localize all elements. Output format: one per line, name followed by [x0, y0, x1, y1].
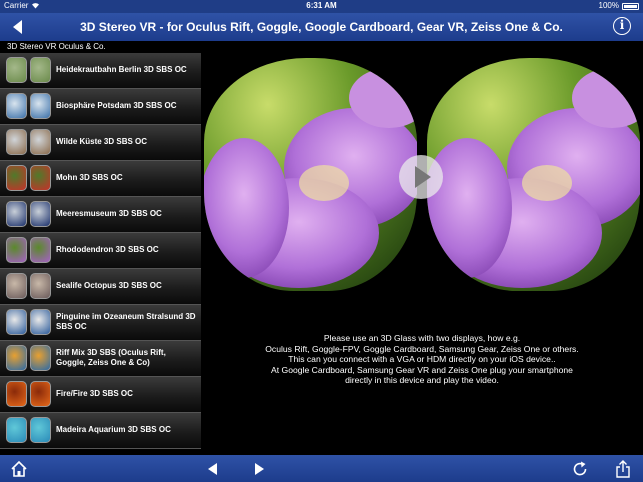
thumbnail-left-eye — [6, 165, 27, 191]
thumbnail-left-eye — [6, 129, 27, 155]
thumbnail-right-eye — [30, 309, 51, 335]
instruction-line: Please use an 3D Glass with two displays… — [323, 333, 521, 343]
thumbnail-right-eye — [30, 417, 51, 443]
thumbnail-right-eye — [30, 201, 51, 227]
instruction-line: Oculus Rift, Goggle-FPV, Goggle Cardboar… — [265, 343, 579, 354]
thumbnail-left-eye — [6, 381, 27, 407]
list-header: 3D Stereo VR Oculus & Co. — [0, 41, 201, 53]
next-icon — [255, 463, 264, 475]
video-preview: Please use an 3D Glass with two displays… — [201, 41, 643, 455]
back-button[interactable] — [10, 18, 26, 36]
instruction-line: directly in this device and play the vid… — [345, 375, 499, 386]
thumbnail-right-eye — [30, 237, 51, 263]
list-item-label: Sealife Octopus 3D SBS OC — [56, 281, 162, 291]
list-item[interactable]: Madeira Aquarium 3D SBS OC — [0, 413, 201, 449]
thumbnail-right-eye — [30, 345, 51, 371]
thumbnail-right-eye — [30, 381, 51, 407]
list-item[interactable]: Meeresmuseum 3D SBS OC — [0, 197, 201, 233]
status-bar: Carrier 6:31 AM 100% — [0, 0, 643, 13]
thumbnail-left-eye — [6, 309, 27, 335]
thumbnail-left-eye — [6, 345, 27, 371]
video-thumbnail — [6, 201, 52, 227]
share-button[interactable] — [613, 459, 633, 479]
back-arrow-icon — [13, 20, 22, 34]
list-item-label: Heidekrautbahn Berlin 3D SBS OC — [56, 65, 187, 75]
list-item-label: Meeresmuseum 3D SBS OC — [56, 209, 162, 219]
share-icon — [616, 460, 630, 478]
thumbnail-left-eye — [6, 237, 27, 263]
video-thumbnail — [6, 165, 52, 191]
thumbnail-left-eye — [6, 273, 27, 299]
list-item[interactable]: Wilde Küste 3D SBS OC — [0, 125, 201, 161]
previous-icon — [208, 463, 217, 475]
list-item-label: Wilde Küste 3D SBS OC — [56, 137, 148, 147]
thumbnail-left-eye — [6, 417, 27, 443]
thumbnail-left-eye — [6, 57, 27, 83]
refresh-button[interactable] — [570, 459, 590, 479]
video-thumbnail — [6, 129, 52, 155]
list-item-label: Rhododendron 3D SBS OC — [56, 245, 159, 255]
list-item-label: Biosphäre Potsdam 3D SBS OC — [56, 101, 177, 111]
thumbnail-right-eye — [30, 165, 51, 191]
thumbnail-left-eye — [6, 93, 27, 119]
list-item[interactable]: Sealife Octopus 3D SBS OC — [0, 269, 201, 305]
list-item[interactable]: Riff Mix 3D SBS (Oculus Rift, Goggle, Ze… — [0, 341, 201, 377]
list-item[interactable]: Heidekrautbahn Berlin 3D SBS OC — [0, 53, 201, 89]
navigation-bar: 3D Stereo VR - for Oculus Rift, Goggle, … — [0, 13, 643, 41]
thumbnail-right-eye — [30, 57, 51, 83]
thumbnail-left-eye — [6, 201, 27, 227]
video-thumbnail — [6, 381, 52, 407]
list-item[interactable]: Pinguine im Ozeaneum Stralsund 3D SBS OC — [0, 305, 201, 341]
thumbnail-right-eye — [30, 273, 51, 299]
right-eye-image — [427, 58, 640, 291]
play-button[interactable] — [399, 155, 443, 199]
list-item-label: Fire/Fire 3D SBS OC — [56, 389, 133, 399]
video-thumbnail — [6, 273, 52, 299]
instruction-line: This can you connect with a VGA or HDM d… — [288, 354, 556, 365]
instructions-text: Please use an 3D Glass with two displays… — [201, 333, 643, 386]
list-item[interactable]: Rhododendron 3D SBS OC — [0, 233, 201, 269]
video-thumbnail — [6, 237, 52, 263]
bottom-toolbar — [0, 455, 643, 482]
video-thumbnail — [6, 417, 52, 443]
video-thumbnail — [6, 93, 52, 119]
left-eye-image — [204, 58, 417, 291]
list-item-label: Pinguine im Ozeaneum Stralsund 3D SBS OC — [56, 312, 196, 332]
list-item-label: Mohn 3D SBS OC — [56, 173, 123, 183]
home-icon — [11, 460, 27, 477]
instruction-line: At Google Cardboard, Samsung Gear VR and… — [271, 364, 573, 375]
next-button[interactable] — [249, 459, 269, 479]
list-item[interactable]: Fire/Fire 3D SBS OC — [0, 377, 201, 413]
list-item[interactable]: Biosphäre Potsdam 3D SBS OC — [0, 89, 201, 125]
thumbnail-right-eye — [30, 93, 51, 119]
refresh-icon — [573, 461, 587, 476]
video-list: 3D Stereo VR Oculus & Co. Heidekrautbahn… — [0, 41, 201, 455]
list-item-label: Madeira Aquarium 3D SBS OC — [56, 425, 171, 435]
thumbnail-right-eye — [30, 129, 51, 155]
page-title: 3D Stereo VR - for Oculus Rift, Goggle, … — [80, 20, 563, 34]
video-thumbnail — [6, 345, 52, 371]
battery-icon — [622, 3, 639, 10]
video-thumbnail — [6, 309, 52, 335]
home-button[interactable] — [9, 459, 29, 479]
video-thumbnail — [6, 57, 52, 83]
previous-button[interactable] — [203, 459, 223, 479]
list-item-label: Riff Mix 3D SBS (Oculus Rift, Goggle, Ze… — [56, 348, 166, 368]
info-button[interactable]: i — [613, 17, 631, 35]
battery-percent: 100% — [598, 1, 619, 10]
list-item[interactable]: Mohn 3D SBS OC — [0, 161, 201, 197]
status-time: 6:31 AM — [306, 1, 337, 10]
